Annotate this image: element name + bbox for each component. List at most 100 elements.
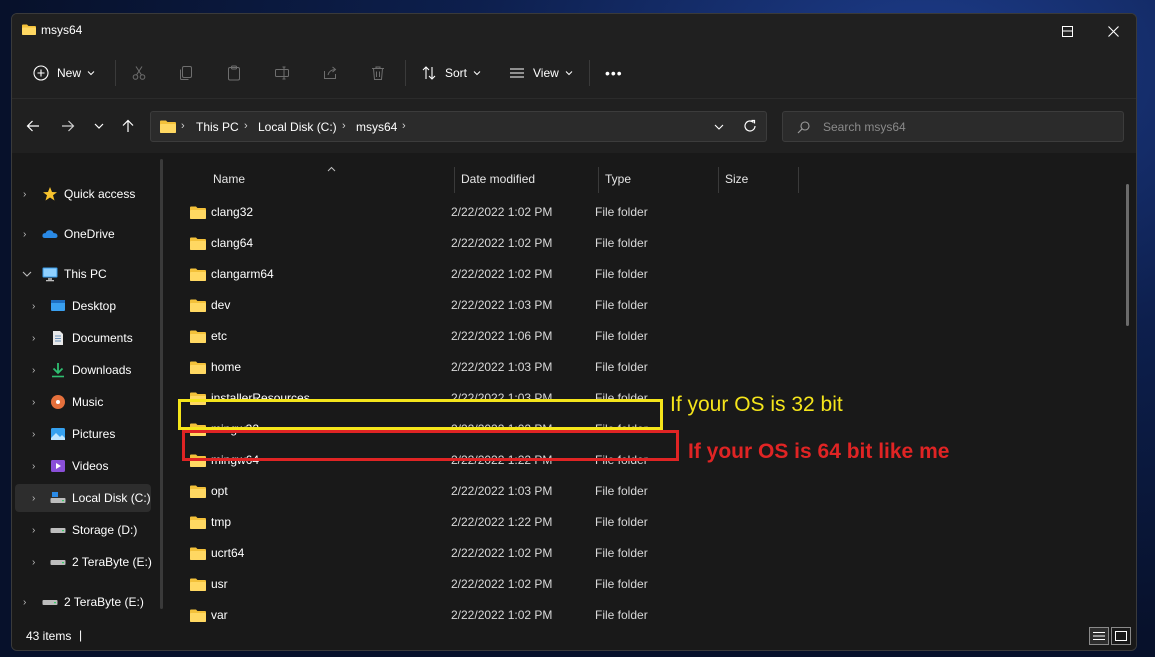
tiles-view-button[interactable]: [1111, 627, 1131, 645]
chevron-down-icon: [94, 123, 104, 129]
details-view-icon: [1093, 632, 1105, 640]
arrow-up-icon: [122, 119, 134, 132]
sidebar-scrollbar[interactable]: [160, 159, 163, 609]
sidebar-item-label: This PC: [64, 267, 107, 281]
chevron-down-icon[interactable]: [713, 121, 725, 133]
chevron-right-icon[interactable]: ›: [32, 333, 35, 344]
file-row[interactable]: opt 2/22/2022 1:03 PM File folder: [181, 476, 671, 506]
view-button[interactable]: View: [509, 48, 574, 98]
file-type: File folder: [595, 205, 648, 219]
cut-button[interactable]: [131, 48, 147, 98]
chevron-right-icon[interactable]: ›: [23, 597, 26, 608]
file-date-modified: 2/22/2022 1:03 PM: [451, 298, 553, 312]
cloud-icon: [42, 230, 58, 238]
up-button[interactable]: [115, 113, 141, 139]
file-row[interactable]: clangarm64 2/22/2022 1:02 PM File folder: [181, 259, 671, 289]
title-bar[interactable]: msys64: [12, 14, 1136, 48]
file-row[interactable]: clang32 2/22/2022 1:02 PM File folder: [181, 197, 671, 227]
column-header-name[interactable]: Name: [213, 172, 245, 186]
chevron-right-icon[interactable]: ›: [32, 397, 35, 408]
file-name: clang32: [211, 205, 254, 219]
close-icon: [1107, 25, 1119, 37]
chevron-right-icon[interactable]: ›: [32, 429, 35, 440]
more-options-button[interactable]: •••: [605, 48, 623, 98]
file-row[interactable]: ucrt64 2/22/2022 1:02 PM File folder: [181, 538, 671, 568]
sidebar-item-documents[interactable]: › Documents: [15, 324, 151, 352]
details-view-button[interactable]: [1089, 627, 1109, 645]
paste-button[interactable]: [226, 48, 242, 98]
file-row[interactable]: dev 2/22/2022 1:03 PM File folder: [181, 290, 671, 320]
chevron-right-icon[interactable]: ›: [32, 365, 35, 376]
file-row[interactable]: home 2/22/2022 1:03 PM File folder: [181, 352, 671, 382]
breadcrumb-separator: ›: [402, 120, 406, 132]
sidebar-item-local-disk-c[interactable]: › Local Disk (C:): [15, 484, 151, 512]
sidebar-item-label: Music: [72, 395, 104, 409]
sidebar-item-2-terabyte-e-root[interactable]: › 2 TeraByte (E:): [15, 588, 151, 616]
sidebar-item-2-terabyte-e[interactable]: › 2 TeraByte (E:): [15, 548, 152, 576]
file-row[interactable]: etc 2/22/2022 1:06 PM File folder: [181, 321, 671, 351]
star-icon: [43, 187, 57, 201]
refresh-icon[interactable]: [743, 119, 757, 133]
chevron-right-icon[interactable]: ›: [32, 557, 35, 568]
sidebar-item-music[interactable]: › Music: [15, 388, 151, 416]
chevron-right-icon[interactable]: ›: [23, 229, 26, 240]
sidebar-item-onedrive[interactable]: › OneDrive: [15, 220, 151, 248]
sort-arrows-icon: [422, 66, 436, 80]
sidebar-item-downloads[interactable]: › Downloads: [15, 356, 151, 384]
chevron-right-icon[interactable]: ›: [32, 461, 35, 472]
file-row[interactable]: clang64 2/22/2022 1:02 PM File folder: [181, 228, 671, 258]
column-header-size[interactable]: Size: [725, 172, 748, 186]
sort-button[interactable]: Sort: [421, 48, 482, 98]
chevron-right-icon[interactable]: ›: [32, 301, 35, 312]
column-header-date-modified[interactable]: Date modified: [461, 172, 535, 186]
sidebar-item-label: Videos: [72, 459, 109, 473]
maximize-button[interactable]: [1044, 14, 1090, 48]
chevron-right-icon[interactable]: ›: [32, 493, 35, 504]
status-bar: 43 items |: [12, 624, 1136, 650]
file-row[interactable]: usr 2/22/2022 1:02 PM File folder: [181, 569, 671, 599]
delete-button[interactable]: [370, 48, 386, 98]
address-bar[interactable]: › This PC › Local Disk (C:) › msys64 ›: [150, 111, 767, 142]
sidebar-item-pictures[interactable]: › Pictures: [15, 420, 151, 448]
file-date-modified: 2/22/2022 1:02 PM: [451, 267, 553, 281]
command-bar: New Sort View •••: [12, 48, 1136, 99]
sidebar-item-label: Documents: [72, 331, 133, 345]
folder-icon: [190, 206, 206, 219]
breadcrumb-this-pc[interactable]: This PC: [196, 120, 239, 134]
file-date-modified: 2/22/2022 1:03 PM: [451, 484, 553, 498]
rename-button[interactable]: [274, 48, 290, 98]
column-divider[interactable]: [718, 167, 719, 193]
recent-locations-button[interactable]: [86, 113, 112, 139]
breadcrumb-local-disk[interactable]: Local Disk (C:): [258, 120, 337, 134]
file-type: File folder: [595, 608, 648, 622]
sort-label: Sort: [445, 66, 468, 80]
arrow-right-icon: [62, 120, 75, 132]
sidebar-item-desktop[interactable]: › Desktop: [15, 292, 151, 320]
column-header-type[interactable]: Type: [605, 172, 631, 186]
sidebar-item-quick-access[interactable]: › Quick access: [15, 180, 151, 208]
drive-icon: [50, 560, 66, 565]
file-date-modified: 2/22/2022 1:03 PM: [451, 360, 553, 374]
breadcrumb-msys64[interactable]: msys64: [356, 120, 397, 134]
sidebar-item-storage-d[interactable]: › Storage (D:): [15, 516, 151, 544]
chevron-down-icon[interactable]: [22, 270, 32, 278]
file-date-modified: 2/22/2022 1:02 PM: [451, 608, 553, 622]
file-row[interactable]: tmp 2/22/2022 1:22 PM File folder: [181, 507, 671, 537]
file-list: Name Date modified Type Size clang32 2/22…: [168, 153, 1133, 622]
back-button[interactable]: [20, 113, 46, 139]
close-button[interactable]: [1090, 14, 1136, 48]
chevron-right-icon[interactable]: ›: [23, 189, 26, 200]
sidebar-item-videos[interactable]: › Videos: [15, 452, 151, 480]
share-button[interactable]: [322, 48, 338, 98]
sidebar-item-this-pc[interactable]: This PC: [15, 260, 151, 288]
column-divider[interactable]: [598, 167, 599, 193]
forward-button[interactable]: [55, 113, 81, 139]
search-box[interactable]: Search msys64: [782, 111, 1124, 142]
new-button[interactable]: New: [33, 48, 96, 98]
copy-button[interactable]: [178, 48, 194, 98]
annotation-64-bit-text: If your OS is 64 bit like me: [688, 440, 950, 463]
chevron-right-icon[interactable]: ›: [32, 525, 35, 536]
column-divider[interactable]: [798, 167, 799, 193]
file-list-scrollbar[interactable]: [1126, 184, 1129, 326]
column-divider[interactable]: [454, 167, 455, 193]
